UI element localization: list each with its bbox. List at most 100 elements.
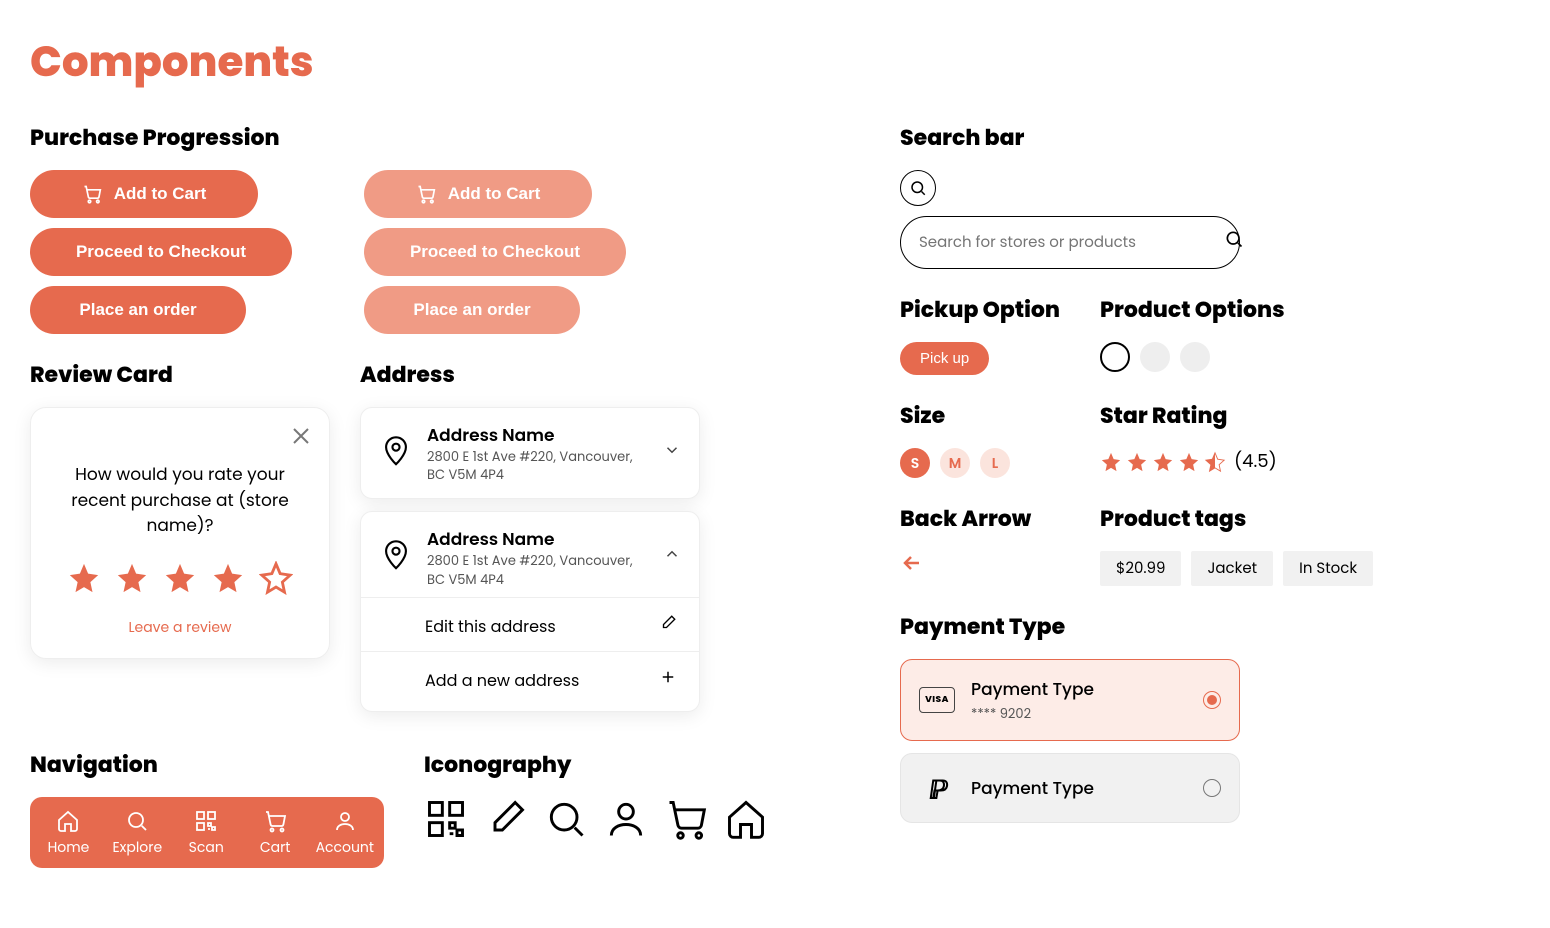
address-name: Address Name xyxy=(427,526,649,552)
payment-last4: **** 9202 xyxy=(971,704,1094,724)
search-icon xyxy=(544,797,588,848)
place-order-button-disabled[interactable]: Place an order xyxy=(364,286,580,334)
cart-icon xyxy=(664,797,708,848)
pencil-icon xyxy=(484,797,528,848)
home-icon xyxy=(724,797,768,848)
size-chip-s[interactable]: S xyxy=(900,448,930,478)
nav-item-scan[interactable]: Scan xyxy=(178,809,235,858)
section-heading: Address xyxy=(360,358,700,391)
button-label: Pick up xyxy=(920,350,969,367)
add-to-cart-button[interactable]: Add to Cart xyxy=(30,170,258,218)
add-address-row[interactable]: Add a new address xyxy=(379,652,681,697)
star-icon xyxy=(211,561,245,595)
proceed-checkout-button-disabled[interactable]: Proceed to Checkout xyxy=(364,228,626,276)
search-input[interactable] xyxy=(919,231,1212,254)
address-card-collapsed[interactable]: Address Name 2800 E 1st Ave #220, Vancou… xyxy=(360,407,700,499)
product-tag: $20.99 xyxy=(1100,551,1181,586)
color-swatch[interactable] xyxy=(1100,342,1130,372)
nav-label: Account xyxy=(316,837,374,858)
nav-label: Cart xyxy=(260,837,291,858)
payment-option-paypal[interactable]: Payment Type xyxy=(900,753,1240,823)
page-title: Components xyxy=(30,30,1520,93)
nav-label: Explore xyxy=(113,837,163,858)
map-pin-icon xyxy=(379,433,413,474)
address-card-expanded: Address Name 2800 E 1st Ave #220, Vancou… xyxy=(360,511,700,711)
cart-icon xyxy=(82,184,102,204)
qr-icon xyxy=(424,797,468,848)
section-heading: Size xyxy=(900,399,1060,432)
section-heading: Star Rating xyxy=(1100,399,1277,432)
payment-section: Payment Type VISA Payment Type **** 9202… xyxy=(900,610,1440,835)
color-swatch[interactable] xyxy=(1140,342,1170,372)
star-outline-icon xyxy=(259,561,293,595)
pickup-button[interactable]: Pick up xyxy=(900,342,989,375)
rating-value: (4.5) xyxy=(1234,448,1277,475)
leave-review-link[interactable]: Leave a review xyxy=(53,617,307,638)
button-label: Place an order xyxy=(79,300,196,320)
plus-icon xyxy=(659,668,677,693)
payment-title: Payment Type xyxy=(971,775,1094,801)
address-name: Address Name xyxy=(427,422,649,448)
nav-item-cart[interactable]: Cart xyxy=(247,809,304,858)
section-heading: Product Options xyxy=(1100,293,1285,326)
button-label: Proceed to Checkout xyxy=(76,242,246,262)
review-question: How would you rate your recent purchase … xyxy=(53,462,307,539)
user-icon xyxy=(604,797,648,848)
section-heading: Purchase Progression xyxy=(30,121,830,154)
nav-label: Home xyxy=(48,837,90,858)
section-heading: Iconography xyxy=(424,748,768,781)
size-chip-l[interactable]: L xyxy=(980,448,1010,478)
star-icon xyxy=(1126,451,1148,473)
chevron-up-icon[interactable] xyxy=(663,545,681,570)
star-icon xyxy=(1152,451,1174,473)
pencil-icon xyxy=(659,614,677,639)
back-arrow-icon[interactable] xyxy=(900,552,924,583)
star-rating: (4.5) xyxy=(1100,448,1277,475)
product-tag: Jacket xyxy=(1191,551,1273,586)
search-section: Search bar xyxy=(900,121,1440,269)
rating-stars[interactable] xyxy=(53,561,307,595)
bottom-nav: Home Explore Scan Cart xyxy=(30,797,384,868)
star-icon xyxy=(1100,451,1122,473)
color-swatch[interactable] xyxy=(1180,342,1210,372)
nav-item-account[interactable]: Account xyxy=(316,809,374,858)
section-heading: Back Arrow xyxy=(900,502,1060,535)
radio-selected[interactable] xyxy=(1203,691,1221,709)
add-to-cart-button-disabled[interactable]: Add to Cart xyxy=(364,170,592,218)
chevron-down-icon[interactable] xyxy=(663,441,681,466)
cart-icon xyxy=(416,184,436,204)
button-label: Place an order xyxy=(413,300,530,320)
close-icon[interactable] xyxy=(289,424,313,455)
paypal-icon xyxy=(919,770,955,806)
color-swatches xyxy=(1100,342,1285,372)
address-line: 2800 E 1st Ave #220, Vancouver, BC V5M 4… xyxy=(427,552,649,588)
star-icon xyxy=(67,561,101,595)
button-label: Add to Cart xyxy=(114,184,207,204)
section-heading: Navigation xyxy=(30,748,384,781)
edit-address-label: Edit this address xyxy=(425,614,556,639)
size-chip-m[interactable]: M xyxy=(940,448,970,478)
visa-icon: VISA xyxy=(919,687,955,713)
address-line: 2800 E 1st Ave #220, Vancouver, BC V5M 4… xyxy=(427,448,649,484)
place-order-button[interactable]: Place an order xyxy=(30,286,246,334)
product-tag: In Stock xyxy=(1283,551,1373,586)
section-heading: Review Card xyxy=(30,358,330,391)
nav-label: Scan xyxy=(189,837,224,858)
star-half-icon xyxy=(1204,451,1226,473)
radio-unselected[interactable] xyxy=(1203,779,1221,797)
button-label: Proceed to Checkout xyxy=(410,242,580,262)
star-icon xyxy=(163,561,197,595)
nav-item-explore[interactable]: Explore xyxy=(109,809,166,858)
add-address-label: Add a new address xyxy=(425,668,579,693)
payment-option-card[interactable]: VISA Payment Type **** 9202 xyxy=(900,659,1240,741)
proceed-checkout-button[interactable]: Proceed to Checkout xyxy=(30,228,292,276)
search-bar[interactable] xyxy=(900,216,1240,269)
purchase-progression-section: Purchase Progression Add to Cart Proceed… xyxy=(30,121,830,334)
payment-title: Payment Type xyxy=(971,676,1094,702)
edit-address-row[interactable]: Edit this address xyxy=(379,598,681,643)
map-pin-icon xyxy=(379,537,413,578)
nav-item-home[interactable]: Home xyxy=(40,809,97,858)
section-heading: Payment Type xyxy=(900,610,1440,643)
star-icon xyxy=(115,561,149,595)
search-icon-button[interactable] xyxy=(900,170,936,206)
